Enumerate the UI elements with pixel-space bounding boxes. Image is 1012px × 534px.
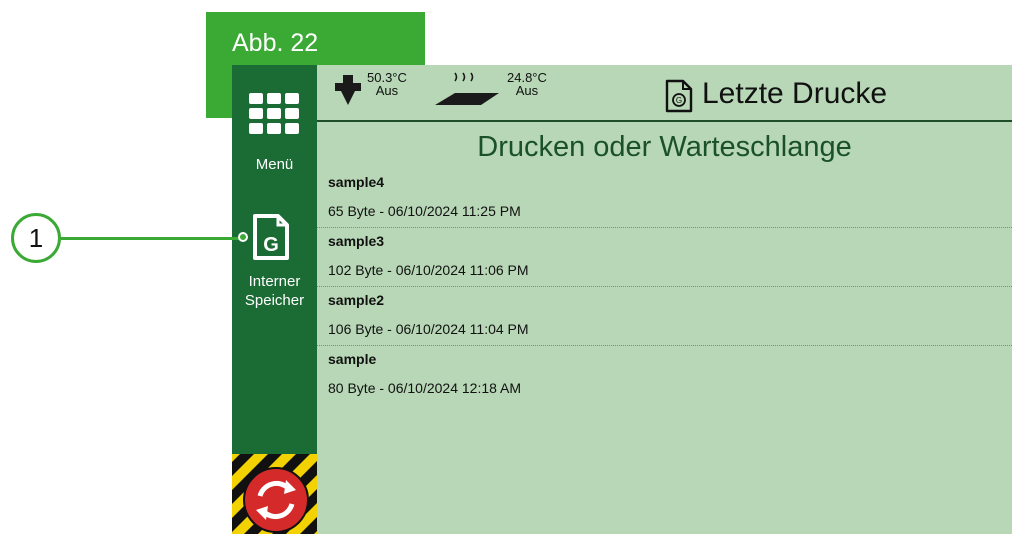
svg-text:G: G — [676, 96, 682, 105]
callout-number: 1 — [11, 213, 61, 263]
list-item[interactable]: sample4 65 Byte - 06/10/2024 11:25 PM — [317, 169, 1012, 228]
grid-menu-icon — [249, 93, 299, 134]
emergency-stop-button[interactable] — [232, 454, 317, 534]
internal-storage-label: Interner Speicher — [232, 272, 317, 310]
sidebar: Menü G Interner Speicher — [232, 65, 317, 534]
nozzle-temp-state: Aus — [375, 83, 399, 98]
callout-line — [61, 237, 241, 240]
figure-label: Abb. 22 — [232, 29, 319, 57]
page-subtitle: Drucken oder Warteschlange — [477, 131, 852, 163]
restart-icon — [243, 467, 309, 533]
bed-temperature: 24.8°C Aus — [507, 71, 547, 97]
bed-temp-state: Aus — [515, 83, 539, 98]
recent-files-list: sample4 65 Byte - 06/10/2024 11:25 PM sa… — [317, 169, 1012, 404]
storage-label-line2: Speicher — [244, 292, 305, 309]
page-title: Letzte Drucke — [702, 77, 888, 110]
recent-prints-file-icon: G — [665, 79, 693, 113]
file-name: sample3 — [328, 233, 385, 249]
storage-label-line1: Interner — [248, 273, 301, 290]
heated-bed-icon — [435, 72, 499, 105]
svg-text:G: G — [263, 234, 279, 256]
file-meta: 65 Byte - 06/10/2024 11:25 PM — [328, 203, 521, 219]
printer-screen: Menü G Interner Speicher 50.3°C Aus 24.8… — [232, 65, 1012, 534]
file-name: sample2 — [328, 292, 385, 308]
gcode-file-icon: G — [253, 214, 289, 260]
callout-dot — [238, 232, 248, 242]
status-bar: 50.3°C Aus 24.8°C Aus G Letzte Drucke — [317, 65, 1012, 122]
file-name: sample4 — [328, 174, 385, 190]
file-meta: 106 Byte - 06/10/2024 11:04 PM — [328, 321, 529, 337]
list-item[interactable]: sample2 106 Byte - 06/10/2024 11:04 PM — [317, 287, 1012, 346]
file-name: sample — [328, 351, 377, 367]
file-meta: 102 Byte - 06/10/2024 11:06 PM — [328, 262, 529, 278]
file-meta: 80 Byte - 06/10/2024 12:18 AM — [328, 380, 522, 396]
nozzle-icon — [335, 75, 361, 105]
list-item[interactable]: sample 80 Byte - 06/10/2024 12:18 AM — [317, 346, 1012, 404]
list-item[interactable]: sample3 102 Byte - 06/10/2024 11:06 PM — [317, 228, 1012, 287]
menu-label: Menü — [255, 156, 294, 173]
nozzle-temperature: 50.3°C Aus — [367, 71, 407, 97]
